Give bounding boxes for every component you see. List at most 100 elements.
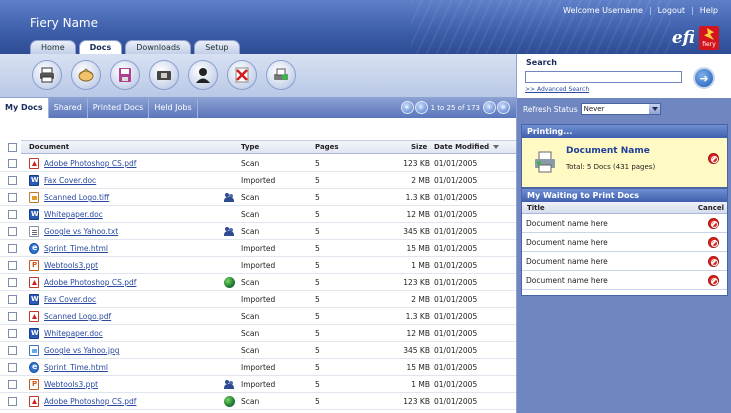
- waiting-list-item[interactable]: Document name here: [522, 252, 727, 271]
- web-globe-icon: [224, 277, 235, 288]
- subtab-shared[interactable]: Shared: [49, 98, 88, 118]
- table-row[interactable]: Webtools3.ppt Imported 5 1 MB 01/01/2005: [0, 257, 516, 274]
- help-link[interactable]: Help: [697, 6, 721, 15]
- table-row[interactable]: Google vs Yahoo.txt Scan 5 345 KB 01/01/2005: [0, 223, 516, 240]
- first-page-button[interactable]: «: [400, 101, 414, 114]
- row-checkbox[interactable]: [8, 227, 17, 236]
- tab-docs[interactable]: Docs: [78, 40, 123, 54]
- table-row[interactable]: Webtools3.ppt Imported 5 1 MB 01/01/2005: [0, 376, 516, 393]
- document-type: Imported: [241, 244, 276, 253]
- row-checkbox[interactable]: [8, 380, 17, 389]
- table-row[interactable]: Sprint_Time.html Imported 5 15 MB 01/01/2005: [0, 359, 516, 376]
- column-header-type[interactable]: Type: [241, 141, 259, 154]
- row-checkbox[interactable]: [8, 244, 17, 253]
- prev-page-button[interactable]: ‹: [414, 101, 428, 114]
- document-date: 01/01/2005: [434, 193, 478, 202]
- table-row[interactable]: Adobe Photoshop CS.pdf Scan 5 123 KB 01/01/2…: [0, 274, 516, 291]
- table-row[interactable]: Google vs Yahoo.jpg Scan 5 345 KB 01/01/2005: [0, 342, 516, 359]
- document-name-link[interactable]: Google vs Yahoo.txt: [44, 223, 118, 240]
- scan-icon: [78, 68, 94, 82]
- print-button[interactable]: [32, 60, 62, 90]
- document-date: 01/01/2005: [434, 159, 478, 168]
- document-name-link[interactable]: Whitepaper.doc: [44, 206, 103, 223]
- table-row[interactable]: Fax Cover.doc Imported 5 2 MB 01/01/2005: [0, 172, 516, 189]
- table-row[interactable]: Fax Cover.doc Imported 5 2 MB 01/01/2005: [0, 291, 516, 308]
- row-checkbox[interactable]: [8, 312, 17, 321]
- document-type: Scan: [241, 210, 260, 219]
- document-name-link[interactable]: Sprint_Time.html: [44, 359, 108, 376]
- table-row[interactable]: Whitepaper.doc Scan 5 12 MB 01/01/2005: [0, 206, 516, 223]
- row-checkbox[interactable]: [8, 193, 17, 202]
- document-size: 123 KB: [403, 278, 430, 287]
- printing-document-name[interactable]: Document Name: [566, 146, 650, 156]
- tab-downloads[interactable]: Downloads: [125, 40, 192, 54]
- document-name-link[interactable]: Google vs Yahoo.jpg: [44, 342, 120, 359]
- top-links: Welcome Username | Logout | Help: [560, 6, 721, 15]
- document-name-link[interactable]: Scanned Logo.pdf: [44, 308, 111, 325]
- cancel-printing-icon[interactable]: [708, 153, 719, 164]
- column-header-pages[interactable]: Pages: [315, 141, 339, 154]
- save-button[interactable]: [110, 60, 140, 90]
- document-size: 2 MB: [411, 176, 430, 185]
- row-checkbox[interactable]: [8, 329, 17, 338]
- advanced-search-link[interactable]: >> Advanced Search: [525, 86, 589, 93]
- refresh-status-select[interactable]: Never: [580, 103, 661, 115]
- document-name-link[interactable]: Webtools3.ppt: [44, 257, 98, 274]
- search-go-button[interactable]: ➜: [693, 67, 715, 89]
- hold-button[interactable]: [149, 60, 179, 90]
- user-button[interactable]: [188, 60, 218, 90]
- row-checkbox[interactable]: [8, 210, 17, 219]
- subtab-my-docs[interactable]: My Docs: [0, 98, 49, 118]
- scan-button[interactable]: [71, 60, 101, 90]
- table-row[interactable]: Adobe Photoshop CS.pdf Scan 5 123 KB 01/01/2…: [0, 393, 516, 410]
- logout-link[interactable]: Logout: [655, 6, 688, 15]
- row-checkbox[interactable]: [8, 346, 17, 355]
- tab-home[interactable]: Home: [30, 40, 76, 54]
- cancel-job-icon[interactable]: [708, 275, 719, 286]
- column-header-date-modified[interactable]: Date Modified: [434, 141, 500, 154]
- table-row[interactable]: Sprint_Time.html Imported 5 15 MB 01/01/2005: [0, 240, 516, 257]
- row-checkbox[interactable]: [8, 176, 17, 185]
- waiting-list-item[interactable]: Document name here: [522, 271, 727, 290]
- document-name-link[interactable]: Sprint_Time.html: [44, 240, 108, 257]
- document-name-link[interactable]: Adobe Photoshop CS.pdf: [44, 393, 136, 410]
- column-header-size[interactable]: Size: [411, 141, 427, 154]
- waiting-list-item[interactable]: Document name here: [522, 233, 727, 252]
- row-checkbox[interactable]: [8, 295, 17, 304]
- subtab-held-jobs[interactable]: Held Jobs: [149, 98, 198, 118]
- cancel-job-icon[interactable]: [708, 237, 719, 248]
- subtab-printed-docs[interactable]: Printed Docs: [88, 98, 150, 118]
- delete-button[interactable]: [227, 60, 257, 90]
- document-name-link[interactable]: Adobe Photoshop CS.pdf: [44, 274, 136, 291]
- document-name-link[interactable]: Whitepaper.doc: [44, 325, 103, 342]
- document-size: 1.3 KB: [405, 312, 430, 321]
- document-name-link[interactable]: Webtools3.ppt: [44, 376, 98, 393]
- select-all-checkbox[interactable]: [8, 143, 17, 152]
- waiting-list-item[interactable]: Document name here: [522, 214, 727, 233]
- main-tabs: Home Docs Downloads Setup: [30, 40, 240, 54]
- row-checkbox[interactable]: [8, 363, 17, 372]
- document-name-link[interactable]: Scanned Logo.tiff: [44, 189, 109, 206]
- column-header-document[interactable]: Document: [29, 141, 69, 154]
- table-row[interactable]: Scanned Logo.pdf Scan 5 1.3 KB 01/01/2005: [0, 308, 516, 325]
- pager-text: 1 to 25 of 173: [430, 103, 480, 112]
- send-button[interactable]: [266, 60, 296, 90]
- search-input[interactable]: [525, 71, 682, 83]
- tab-setup[interactable]: Setup: [194, 40, 240, 54]
- row-checkbox[interactable]: [8, 159, 17, 168]
- row-checkbox[interactable]: [8, 261, 17, 270]
- table-row[interactable]: Adobe Photoshop CS.pdf Scan 5 123 KB 01/01/2…: [0, 155, 516, 172]
- document-name-link[interactable]: Fax Cover.doc: [44, 291, 96, 308]
- row-checkbox[interactable]: [8, 278, 17, 287]
- document-name-link[interactable]: Fax Cover.doc: [44, 172, 96, 189]
- efi-wordmark: efi: [671, 28, 695, 48]
- table-row[interactable]: Whitepaper.doc Scan 5 12 MB 01/01/2005: [0, 325, 516, 342]
- document-type: Scan: [241, 227, 260, 236]
- row-checkbox[interactable]: [8, 397, 17, 406]
- cancel-job-icon[interactable]: [708, 218, 719, 229]
- next-page-button[interactable]: ›: [483, 101, 496, 114]
- table-row[interactable]: Scanned Logo.tiff Scan 5 1.3 KB 01/01/2005: [0, 189, 516, 206]
- cancel-job-icon[interactable]: [708, 256, 719, 267]
- document-name-link[interactable]: Adobe Photoshop CS.pdf: [44, 155, 136, 172]
- last-page-button[interactable]: »: [497, 101, 510, 114]
